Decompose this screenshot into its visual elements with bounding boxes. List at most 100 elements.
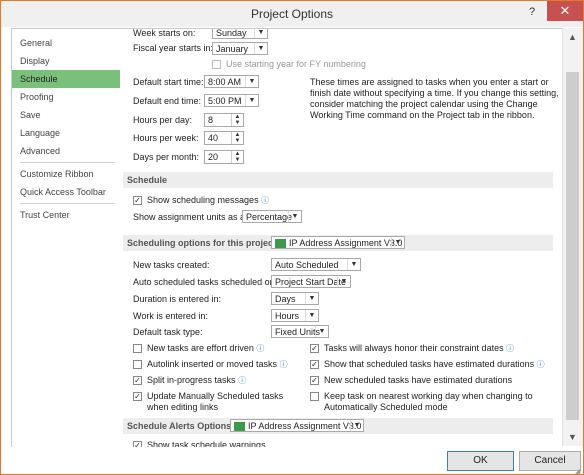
info-icon: ⓘ — [279, 360, 288, 369]
split-in-progress-label: Split in-progress tasks ⓘ — [147, 375, 247, 385]
show-scheduling-messages-checkbox[interactable]: ✓ — [133, 196, 142, 205]
chevron-down-icon: ▼ — [337, 276, 350, 287]
hours-per-week-spinner[interactable]: 40 ▲ ▼ — [204, 131, 244, 145]
chevron-down-icon: ▼ — [391, 237, 404, 248]
project-options-dialog: Project Options ? ✕ General Display Sche… — [0, 0, 584, 475]
help-button[interactable]: ? — [529, 6, 535, 18]
sidebar-item-customize-ribbon[interactable]: Customize Ribbon — [12, 165, 121, 183]
duration-dropdown[interactable]: Days ▼ — [271, 292, 319, 305]
sidebar-item-display[interactable]: Display — [12, 52, 121, 70]
hours-per-day-spinner[interactable]: 8 ▲ ▼ — [204, 113, 244, 127]
info-icon: ⓘ — [238, 376, 247, 385]
sidebar-item-quick-access-toolbar[interactable]: Quick Access Toolbar — [12, 183, 121, 201]
cancel-button[interactable]: Cancel — [519, 451, 581, 471]
scroll-up-icon[interactable]: ▲ — [568, 32, 577, 42]
chevron-down-icon: ▼ — [347, 259, 360, 270]
new-estimated-durations-label: New scheduled tasks have estimated durat… — [324, 375, 513, 385]
info-icon: ⓘ — [261, 196, 270, 205]
chevron-down-icon: ▼ — [245, 76, 258, 87]
work-label: Work is entered in: — [133, 311, 208, 321]
fiscal-year-dropdown[interactable]: January ▼ — [212, 42, 268, 55]
hours-per-week-label: Hours per week: — [133, 133, 199, 143]
chevron-down-icon: ▼ — [254, 43, 267, 54]
info-icon: ⓘ — [506, 344, 515, 353]
show-scheduling-messages-label: Show scheduling messages ⓘ — [147, 195, 270, 205]
window-title: Project Options — [250, 7, 334, 21]
assignment-units-label: Show assignment units as a: — [133, 212, 248, 222]
chevron-down-icon: ▼ — [350, 420, 363, 431]
scheduling-project-dropdown[interactable]: IP Address Assignment V3.0 ▼ — [271, 236, 405, 249]
default-start-dropdown[interactable]: 8:00 AM ▼ — [204, 75, 259, 88]
keep-working-day-label: Keep task on nearest working day when ch… — [324, 391, 533, 412]
chevron-down-icon: ▼ — [254, 29, 267, 38]
new-tasks-dropdown[interactable]: Auto Scheduled ▼ — [271, 258, 361, 271]
task-type-label: Default task type: — [133, 327, 203, 337]
autolink-label: Autolink inserted or moved tasks ⓘ — [147, 359, 288, 369]
project-file-icon — [234, 422, 245, 432]
use-fy-checkbox[interactable] — [212, 60, 221, 69]
spinner-arrows-icon[interactable]: ▲ ▼ — [231, 132, 243, 144]
info-icon: ⓘ — [536, 360, 545, 369]
sidebar-item-language[interactable]: Language — [12, 124, 121, 142]
week-starts-dropdown[interactable]: Sunday ▼ — [212, 29, 268, 39]
content-scrollbar[interactable]: ▲ ▼ — [562, 28, 583, 446]
chevron-down-icon: ▼ — [305, 310, 318, 321]
fiscal-year-label: Fiscal year starts in: — [133, 43, 214, 53]
task-type-dropdown[interactable]: Fixed Units ▼ — [271, 325, 329, 338]
scroll-down-icon[interactable]: ▼ — [568, 432, 577, 442]
default-start-label: Default start time: — [133, 77, 204, 87]
sidebar-divider — [20, 162, 115, 163]
keep-working-day-checkbox[interactable] — [310, 392, 319, 401]
dialog-footer: OK Cancel — [1, 447, 583, 474]
effort-driven-label: New tasks are effort driven ⓘ — [147, 343, 265, 353]
auto-scheduled-dropdown[interactable]: Project Start Date ▼ — [271, 275, 351, 288]
use-fy-label: Use starting year for FY numbering — [226, 59, 366, 69]
days-per-month-spinner[interactable]: 20 ▲ ▼ — [204, 150, 244, 164]
sidebar-item-proofing[interactable]: Proofing — [12, 88, 121, 106]
title-bar: Project Options ? ✕ — [1, 1, 583, 27]
autolink-checkbox[interactable] — [133, 360, 142, 369]
effort-driven-checkbox[interactable] — [133, 344, 142, 353]
week-starts-label: Week starts on: — [133, 28, 196, 38]
days-per-month-label: Days per month: — [133, 152, 200, 162]
update-manual-tasks-checkbox[interactable]: ✓ — [133, 392, 142, 401]
sidebar-item-schedule[interactable]: Schedule — [12, 70, 121, 88]
ok-button[interactable]: OK — [447, 451, 514, 471]
auto-scheduled-label: Auto scheduled tasks scheduled on: — [133, 277, 278, 287]
close-button[interactable]: ✕ — [547, 1, 583, 21]
sidebar-divider — [20, 203, 115, 204]
sidebar-item-general[interactable]: General — [12, 34, 121, 52]
show-estimated-durations-checkbox[interactable]: ✓ — [310, 360, 319, 369]
default-times-note: These times are assigned to tasks when y… — [310, 77, 559, 120]
resize-grip-icon[interactable]: ◢ — [575, 467, 580, 475]
sidebar-item-trust-center[interactable]: Trust Center — [12, 206, 121, 224]
scrollbar-thumb[interactable] — [566, 72, 579, 420]
hours-per-day-label: Hours per day: — [133, 115, 193, 125]
options-content: Week starts on: Sunday ▼ Fiscal year sta… — [120, 28, 562, 448]
chevron-down-icon: ▼ — [315, 326, 328, 337]
duration-label: Duration is entered in: — [133, 294, 222, 304]
alerts-project-dropdown[interactable]: IP Address Assignment V3.0 ▼ — [230, 419, 364, 432]
chevron-down-icon: ▼ — [245, 95, 258, 106]
schedule-section-header: Schedule — [123, 172, 553, 188]
sidebar-item-save[interactable]: Save — [12, 106, 121, 124]
assignment-units-dropdown[interactable]: Percentage ▼ — [242, 210, 302, 223]
spinner-arrows-icon[interactable]: ▲ ▼ — [231, 151, 243, 163]
work-dropdown[interactable]: Hours ▼ — [271, 309, 319, 322]
show-estimated-durations-label: Show that scheduled tasks have estimated… — [324, 359, 545, 369]
chevron-down-icon: ▼ — [288, 211, 301, 222]
new-estimated-durations-checkbox[interactable]: ✓ — [310, 376, 319, 385]
options-sidebar: General Display Schedule Proofing Save L… — [11, 28, 122, 448]
project-file-icon — [275, 239, 286, 249]
honor-constraints-label: Tasks will always honor their constraint… — [324, 343, 515, 353]
update-manual-tasks-label: Update Manually Scheduled tasks when edi… — [147, 391, 284, 412]
default-end-dropdown[interactable]: 5:00 PM ▼ — [204, 94, 259, 107]
sidebar-item-advanced[interactable]: Advanced — [12, 142, 121, 160]
info-icon: ⓘ — [256, 344, 265, 353]
split-in-progress-checkbox[interactable]: ✓ — [133, 376, 142, 385]
honor-constraints-checkbox[interactable]: ✓ — [310, 344, 319, 353]
spinner-arrows-icon[interactable]: ▲ ▼ — [231, 114, 243, 126]
chevron-down-icon: ▼ — [305, 293, 318, 304]
new-tasks-label: New tasks created: — [133, 260, 210, 270]
default-end-label: Default end time: — [133, 96, 202, 106]
